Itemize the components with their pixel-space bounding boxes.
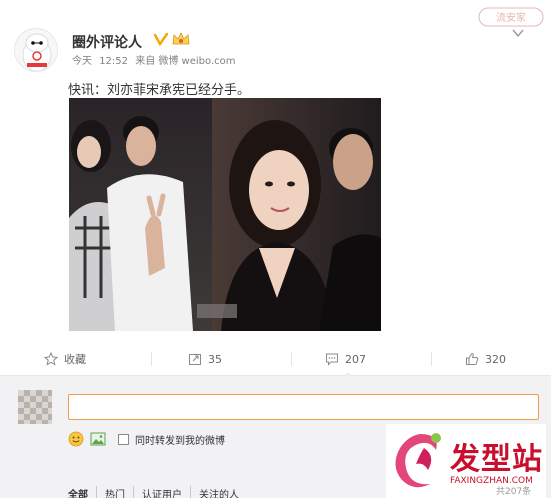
post-photo[interactable] (69, 98, 381, 331)
divider (151, 352, 152, 366)
post-source[interactable]: 来自 微博 weibo.com (135, 56, 235, 67)
comment-tools: 同时转发到我的微博 (68, 430, 225, 448)
repost-checkbox[interactable] (118, 433, 129, 445)
post-day: 今天 (72, 56, 92, 67)
comment-button[interactable]: 207 (325, 350, 366, 368)
post-username[interactable]: 圈外评论人 (72, 32, 142, 52)
watermark-swirl-icon (395, 433, 441, 488)
comment-icon (326, 353, 338, 366)
thumbs-up-icon (466, 352, 479, 365)
post-time[interactable]: 12:52 (99, 56, 128, 67)
favorite-button[interactable]: 收藏 (44, 350, 86, 368)
tab-hot[interactable]: 热门 (96, 486, 133, 498)
like-count: 320 (485, 352, 506, 366)
commenter-avatar[interactable] (18, 390, 52, 424)
star-icon (44, 352, 58, 366)
tab-following[interactable]: 关注的人 (190, 486, 247, 498)
member-crown-icon[interactable] (172, 32, 190, 46)
chevron-down-icon[interactable] (512, 28, 524, 38)
post-meta: 今天 12:52 来自 微博 weibo.com (72, 52, 240, 67)
post-header: 圈外评论人 今天 12:52 来自 微博 weibo.com (14, 28, 534, 78)
emoji-icon[interactable] (68, 431, 84, 447)
verified-icon (154, 32, 168, 46)
comment-total: 共207条 (496, 487, 532, 497)
tab-all[interactable]: 全部 (68, 486, 96, 498)
repost-icon (189, 354, 201, 365)
favorite-label: 收藏 (64, 353, 86, 366)
tab-verified-users[interactable]: 认证用户 (133, 486, 190, 498)
post-text: 快讯：刘亦菲宋承宪已经分手。 (68, 83, 251, 98)
like-button[interactable]: 320 (465, 350, 506, 368)
watermark-brand: 发型站 (450, 442, 543, 477)
watermark-logo: 发型站 FAXINGZHAN.COM 共207条 (386, 424, 546, 498)
divider (431, 352, 432, 366)
svg-text:流安家: 流安家 (496, 11, 526, 24)
repost-count: 35 (208, 352, 222, 366)
repost-button[interactable]: 35 (188, 350, 222, 368)
image-icon[interactable] (90, 431, 106, 447)
comment-filter-tabs: 全部 热门 认证用户 关注的人 (68, 486, 247, 498)
seal-stamp: 流安家 (478, 6, 544, 28)
comment-input[interactable] (68, 394, 539, 420)
action-bar: 收藏 35 207 320 (0, 342, 551, 379)
repost-checkbox-label: 同时转发到我的微博 (135, 435, 225, 447)
divider (291, 352, 292, 366)
avatar[interactable] (14, 28, 58, 72)
comment-count: 207 (345, 352, 366, 366)
